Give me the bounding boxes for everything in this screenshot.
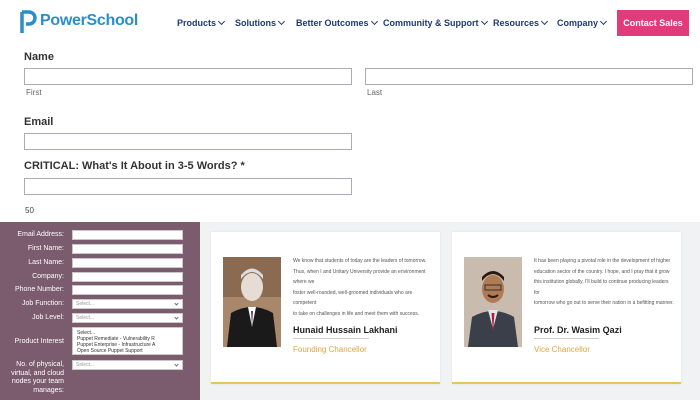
chevron-down-icon: [174, 362, 179, 367]
quote-line: Thus, when I and Unitary University prov…: [293, 268, 426, 286]
testimonial-card: We know that students of today are the l…: [211, 232, 440, 384]
nav-better-outcomes[interactable]: Better Outcomes: [296, 17, 378, 28]
person-photo: [223, 257, 281, 347]
nav-label: Solutions: [235, 18, 276, 28]
testimonial-card: It has been playing a pivotal role in th…: [452, 232, 681, 384]
nav-resources[interactable]: Resources: [493, 17, 549, 28]
job-function-label: Job Function:: [21, 300, 64, 307]
last-name-input[interactable]: [365, 68, 693, 85]
last-name-field[interactable]: [72, 258, 183, 268]
product-interest-label: Product Interest: [14, 338, 64, 345]
email-address-label: Email Address:: [17, 231, 64, 238]
nodes-label-line: nodes your team: [11, 378, 64, 385]
nav-label: Products: [177, 18, 217, 28]
first-name-label: First Name:: [27, 245, 64, 252]
person-name: Hunaid Hussain Lakhani: [293, 325, 398, 335]
company-field[interactable]: [72, 272, 183, 282]
person-role: Vice Chancellor: [534, 345, 590, 354]
select-placeholder: Select...: [76, 315, 95, 321]
chevron-down-icon: [540, 17, 549, 26]
chevron-down-icon: [174, 315, 179, 320]
critical-label: CRITICAL: What's It About in 3-5 Words? …: [24, 160, 245, 172]
quote-line: tomorrow who go out to serve their natio…: [534, 300, 674, 306]
logo-text[interactable]: PowerSchool: [40, 12, 138, 30]
lead-form: Email Address: First Name: Last Name: Co…: [0, 222, 200, 400]
person-name: Prof. Dr. Wasim Qazi: [534, 325, 622, 335]
nav-label: Community & Support: [383, 18, 479, 28]
quote-line: to take on challenges in life and meet t…: [293, 310, 420, 317]
chevron-down-icon: [217, 17, 226, 26]
select-placeholder: Select...: [76, 301, 95, 307]
nodes-label-line: manages:: [33, 386, 64, 394]
nav-solutions[interactable]: Solutions: [235, 17, 286, 28]
last-name-label: Last Name:: [28, 259, 64, 266]
quote-line: this institution globally, I'll build to…: [534, 279, 669, 296]
nodes-label: No. of physical, virtual, and cloud node…: [0, 361, 64, 395]
chevron-down-icon: [599, 17, 608, 26]
powerschool-logo-icon[interactable]: [19, 10, 37, 34]
phone-label: Phone Number:: [14, 286, 64, 293]
card-accent-bar: [211, 382, 440, 384]
job-level-label: Job Level:: [32, 314, 64, 321]
quote-line: We know that students of today are the l…: [293, 258, 427, 264]
person-photo: [464, 257, 522, 347]
email-input[interactable]: [24, 133, 352, 150]
nav-label: Company: [557, 18, 599, 28]
phone-field[interactable]: [72, 285, 183, 295]
nodes-label-line: No. of physical,: [16, 361, 64, 368]
first-name-input[interactable]: [24, 68, 352, 85]
testimonial-quote: It has been playing a pivotal role in th…: [534, 256, 674, 309]
last-sublabel: Last: [367, 88, 383, 97]
nav-products[interactable]: Products: [177, 17, 226, 28]
nav-community-support[interactable]: Community & Support: [383, 17, 488, 28]
card-accent-bar: [452, 382, 681, 384]
quote-line: It has been playing a pivotal role in th…: [534, 258, 671, 264]
first-sublabel: First: [26, 88, 42, 97]
name-label: Name: [24, 51, 54, 63]
first-name-field[interactable]: [72, 244, 183, 254]
divider: [534, 338, 599, 339]
quote-line: education sector of the country. I hope,…: [534, 268, 670, 275]
quote-line: foster well-rounded, well-groomed indivi…: [293, 289, 413, 307]
nav-label: Resources: [493, 18, 540, 28]
email-label: Email: [24, 116, 54, 128]
site-header: PowerSchool Products Solutions Better Ou…: [0, 0, 700, 46]
email-address-input[interactable]: [72, 230, 183, 240]
person-role: Founding Chancellor: [293, 345, 367, 354]
select-placeholder: Select...: [76, 362, 95, 368]
list-option[interactable]: Open Source Puppet Support: [77, 348, 178, 354]
chevron-down-icon: [174, 301, 179, 306]
nav-company[interactable]: Company: [557, 17, 608, 28]
nav-label: Better Outcomes: [296, 18, 369, 28]
contact-sales-button[interactable]: Contact Sales: [617, 10, 689, 36]
job-function-select[interactable]: Select...: [72, 299, 183, 309]
chevron-down-icon: [277, 17, 286, 26]
char-counter: 50: [25, 206, 34, 215]
chevron-down-icon: [480, 17, 488, 26]
nodes-label-line: virtual, and cloud: [11, 369, 64, 377]
chevron-down-icon: [370, 17, 378, 26]
testimonial-quote: We know that students of today are the l…: [293, 256, 433, 319]
nodes-select[interactable]: Select...: [72, 360, 183, 370]
critical-input[interactable]: [24, 178, 352, 195]
divider: [293, 338, 369, 339]
product-interest-list[interactable]: Select... Puppet Remediate - Vulnerabili…: [72, 327, 183, 355]
company-label: Company:: [32, 273, 64, 280]
job-level-select[interactable]: Select...: [72, 313, 183, 323]
